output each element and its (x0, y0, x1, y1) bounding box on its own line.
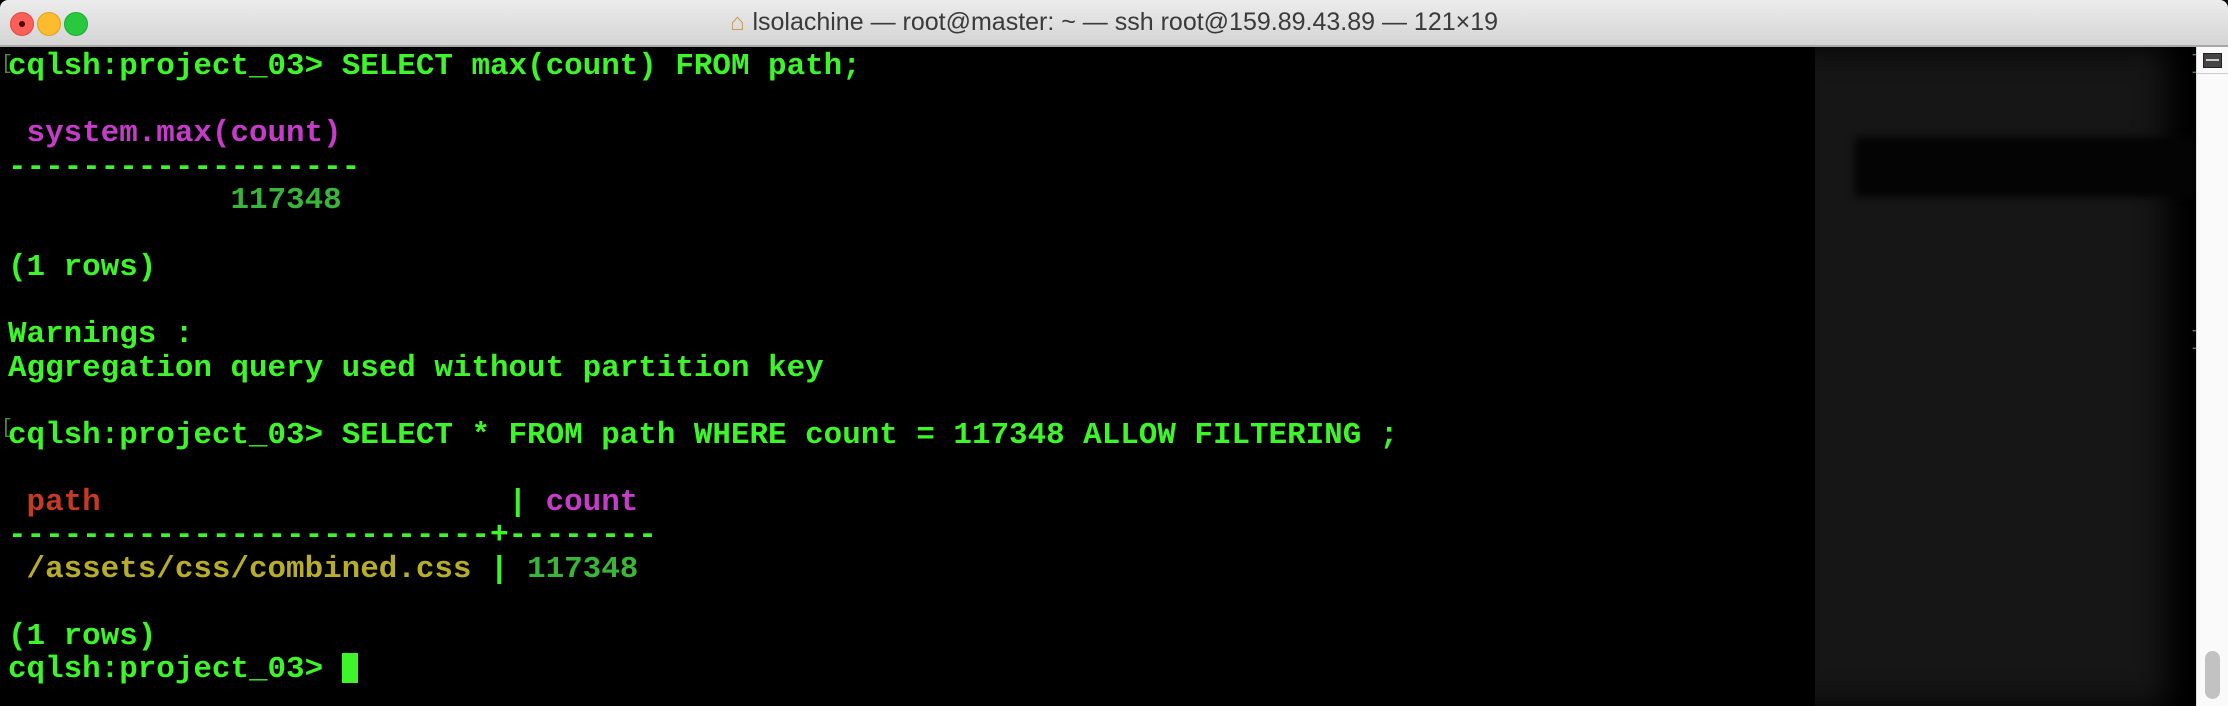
result-value: 117348 (8, 183, 342, 218)
scrollbar-thumb[interactable] (2205, 651, 2220, 699)
split-pane-icon (2203, 53, 2222, 68)
table-row: /assets/css/combined.css | 117348 (8, 551, 1398, 587)
command-line: cqlsh:project_03> SELECT max(count) FROM… (8, 50, 1398, 84)
column-divider: | (489, 484, 546, 520)
terminal-output: cqlsh:project_03> SELECT max(count) FROM… (8, 50, 1398, 687)
command-line: cqlsh:project_03> SELECT * FROM path WHE… (8, 417, 1399, 453)
window-title: lsolachine — root@master: ~ — ssh root@1… (752, 8, 1499, 36)
cell-count: 117348 (527, 551, 639, 587)
command-line: cqlsh:project_03> (8, 653, 1398, 687)
prompt: cqlsh:project_03> (8, 49, 342, 84)
table-separator: --------------------------+-------- (8, 518, 657, 553)
split-pane-button[interactable] (2197, 47, 2228, 74)
home-icon: ⌂ (729, 9, 745, 36)
cell-path: /assets/css/combined.css (8, 551, 472, 587)
warning-text: Aggregation query used without partition… (8, 350, 824, 386)
title-bar: ⌂ lsolachine — root@master: ~ — ssh root@… (0, 0, 2228, 47)
result-header: system.max(count) (8, 116, 342, 151)
column-divider: | (471, 551, 528, 587)
prompt: cqlsh:project_03> (8, 652, 342, 687)
result-separator: ------------------- (8, 149, 361, 185)
command-text: SELECT * FROM path WHERE count = 117348 … (341, 417, 1399, 453)
terminal-area[interactable]: [ [ ] ] cqlsh:project_03> SELECT max(cou… (0, 47, 2196, 706)
background-window-overlay-bar (1855, 137, 2196, 197)
column-header-count: count (545, 484, 639, 520)
padding (101, 485, 490, 520)
table-header: path | count (8, 484, 1398, 520)
column-header-path: path (8, 484, 101, 520)
window-title-wrap: ⌂ lsolachine — root@master: ~ — ssh root@… (0, 0, 2228, 45)
text-cursor (341, 653, 358, 683)
command-text: SELECT max(count) FROM path; (341, 49, 861, 84)
prompt: cqlsh:project_03> (8, 417, 342, 453)
warnings-label: Warnings : (8, 317, 194, 352)
vertical-scrollbar[interactable] (2196, 47, 2228, 706)
row-count: (1 rows) (8, 618, 157, 654)
row-count: (1 rows) (8, 250, 157, 285)
